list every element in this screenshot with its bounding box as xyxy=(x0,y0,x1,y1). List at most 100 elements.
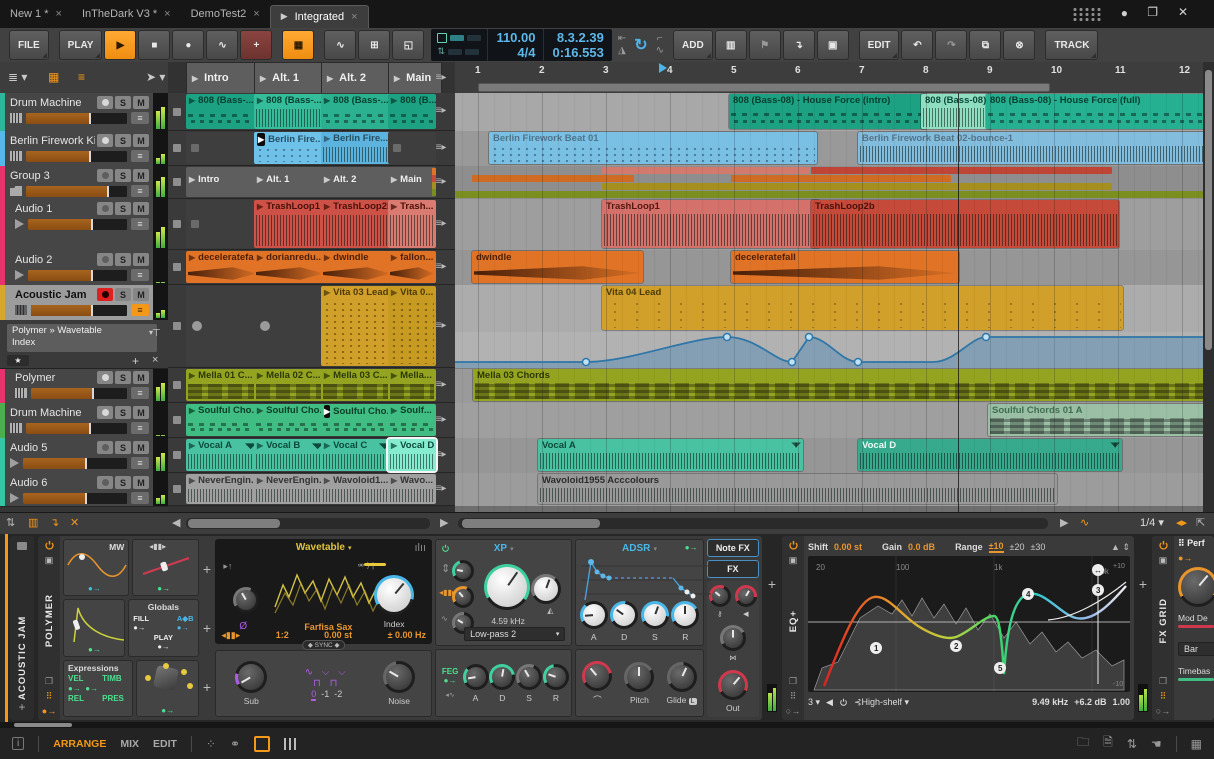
add-marker-icon[interactable]: ⚑ xyxy=(748,30,781,60)
track-list-mode-icon[interactable]: ≣ ▾ xyxy=(8,67,27,87)
xp-power-icon[interactable] xyxy=(441,544,450,553)
launcher-clip[interactable]: ▶ deceleratefall xyxy=(186,251,259,283)
osc-pitch-icon[interactable]: ▸↑ xyxy=(223,561,232,572)
snap-value[interactable]: 1/4 ▾ xyxy=(1140,516,1164,529)
redo-icon[interactable]: ↷ xyxy=(935,30,968,60)
inspector-icon[interactable]: i xyxy=(12,737,25,750)
record-arm-button[interactable] xyxy=(97,96,113,109)
arrangement-loop-bar[interactable] xyxy=(478,83,1050,92)
launcher-clip[interactable]: ▶ TrashLoop2b xyxy=(321,200,393,248)
solo-button[interactable]: S xyxy=(115,169,131,182)
device-scroll-handle[interactable] xyxy=(14,723,72,727)
loop-icon[interactable]: ↻ xyxy=(626,35,655,55)
launcher-clip[interactable]: ▶ Soulful Cho... xyxy=(254,404,326,436)
volume-slider[interactable] xyxy=(26,185,127,197)
volume-slider[interactable] xyxy=(26,150,127,162)
scene-cell-4[interactable]: ▶ Main xyxy=(388,167,436,197)
mod-keytrack-cell[interactable]: ◂▮▮▸ ●→ xyxy=(132,539,199,597)
browser-icon[interactable]: ▣ xyxy=(816,30,849,60)
record-arm-button[interactable] xyxy=(97,441,113,454)
track-row-group-3[interactable]: Group 3 S M ≡ xyxy=(0,166,168,200)
eq-band-freq[interactable]: 9.49 kHz xyxy=(1032,697,1068,707)
edit-button[interactable]: EDIT xyxy=(858,30,900,60)
track-row-audio-6[interactable]: Audio 6 S M ≡ xyxy=(0,473,168,507)
delete-icon[interactable]: ⊗ xyxy=(1003,30,1036,60)
scale-icon[interactable]: ⁘ xyxy=(206,737,216,751)
eq-band-count[interactable]: 3 ▾ xyxy=(808,697,820,708)
launcher-clip[interactable]: ▶ Vita 03 Lead xyxy=(321,286,393,366)
arranger-clip[interactable]: dwindle xyxy=(472,251,643,283)
launcher-empty-cell[interactable] xyxy=(186,286,259,366)
arranger-clip[interactable]: Berlin Firework Beat 02-bounce-1 xyxy=(858,132,1203,164)
tab-new-1-[interactable]: New 1 * × xyxy=(0,0,72,28)
launcher-clip[interactable]: ▶ dorianredu... xyxy=(254,251,326,283)
track-scroll-icon[interactable]: ⇅ xyxy=(6,516,15,529)
fade-in-icon[interactable]: ⌐ xyxy=(656,34,664,44)
volume-slider[interactable] xyxy=(26,112,127,124)
tab-close-icon[interactable]: × xyxy=(351,11,357,23)
track-menu-button[interactable]: ≡ xyxy=(131,150,149,162)
clip-view-icon[interactable] xyxy=(254,735,271,752)
polymer-power-icon[interactable] xyxy=(44,540,55,551)
fx-button[interactable]: FX xyxy=(706,560,760,578)
tempo-display[interactable]: 110.00 4/4 xyxy=(488,29,545,61)
adsr-route-icon[interactable]: ●→ xyxy=(685,543,698,552)
solo-button[interactable]: S xyxy=(115,476,131,489)
pan-knob[interactable] xyxy=(719,625,746,652)
solo-button[interactable]: S xyxy=(115,288,131,301)
arranger-clip[interactable]: Vita 04 Lead xyxy=(602,286,1123,330)
fxgrid-power-icon[interactable] xyxy=(1158,540,1169,551)
favorite-star-button[interactable]: ★ xyxy=(7,355,29,366)
add-modulator-icon[interactable]: + xyxy=(201,620,212,636)
layout-icon[interactable]: ▥ xyxy=(28,516,38,529)
scene-play-icon[interactable]: ▶ xyxy=(394,74,400,83)
launcher-clip[interactable]: ▶ Mella 03 C... xyxy=(321,369,393,401)
scene-play-icon[interactable]: ▶ xyxy=(192,74,198,83)
remove-slot-icon[interactable]: × xyxy=(152,354,158,366)
launcher-clip[interactable]: ▶ Berlin Fire... xyxy=(254,132,326,164)
playstart-marker[interactable] xyxy=(659,63,667,73)
launcher-clip[interactable]: ▶ Mella... xyxy=(388,369,436,401)
timeline-ruler[interactable]: 1 2 3 4 5 6 7 8 9 10 11 12 xyxy=(455,62,1203,93)
track-menu-button[interactable]: ≡ xyxy=(131,387,149,399)
undo-icon[interactable]: ↶ xyxy=(901,30,934,60)
track-row-audio-2[interactable]: Audio 2 S M ≡ xyxy=(0,250,168,286)
feg-r-knob[interactable] xyxy=(542,663,569,690)
arranger-clip[interactable]: Vocal D ◥◤ xyxy=(858,439,1122,471)
arranger-clip[interactable]: 808 (Bass-08) xyxy=(921,94,992,129)
xp-cutoff-value[interactable]: 4.59 kHz xyxy=(480,616,536,626)
arranger-clip[interactable]: deceleratefall xyxy=(731,251,959,283)
play-menu-button[interactable]: PLAY xyxy=(58,30,103,60)
stop-button[interactable] xyxy=(173,144,181,152)
sub-noise-panel[interactable]: Sub ∿ ⌵ ⌵ ⊓ ⊓ 0 -1 -2 Noise xyxy=(215,649,433,717)
eq-range-30[interactable]: ±30 xyxy=(1030,542,1045,552)
sync-badge[interactable]: ◆ SYNC ◆ xyxy=(301,639,346,650)
bend-knob[interactable] xyxy=(582,660,613,691)
view-edit[interactable]: EDIT xyxy=(153,738,177,750)
launcher-empty-cell[interactable] xyxy=(388,132,436,164)
fxgrid-window-icon[interactable]: ❐ xyxy=(1159,676,1167,687)
eq-band-q[interactable]: 1.00 xyxy=(1112,697,1130,707)
adsr-panel[interactable]: ADSR ▾ ●→ A D S R xyxy=(575,539,712,647)
launcher-clip[interactable]: ▶ 808 (B... xyxy=(388,94,436,129)
eq-solo-icon[interactable]: ▲ ⇕ xyxy=(1111,542,1130,553)
pitch-panel[interactable]: ⌒ Pitch Glide L xyxy=(575,649,704,717)
feg-s-knob[interactable] xyxy=(516,663,543,690)
tab-close-icon[interactable]: × xyxy=(56,8,62,20)
launcher-clip[interactable]: ▶ Vocal A ◥◤ xyxy=(186,439,259,471)
launcher-clip[interactable]: ▶ NeverEngin... xyxy=(254,474,326,504)
stop-button[interactable] xyxy=(173,485,181,493)
add-instrument-icon[interactable]: ▥ xyxy=(714,30,747,60)
arranger-clip[interactable]: 808 (Bass-08) - House Force (intro) xyxy=(729,94,927,129)
record-arm-button[interactable] xyxy=(97,476,113,489)
mod-envelope-cell[interactable]: ●→ xyxy=(63,599,126,657)
arranger-scroll-handle[interactable] xyxy=(462,519,600,528)
mod-route-icon[interactable]: ●→ xyxy=(157,584,170,593)
minimize-icon[interactable]: ● xyxy=(1121,6,1128,20)
arranger-vscrollbar[interactable] xyxy=(1203,62,1214,512)
launcher-clip[interactable]: ▶ Soulf... xyxy=(388,404,436,436)
fxgrid-mod-icon[interactable]: ○→ xyxy=(1156,706,1170,716)
eq-preset-icon[interactable]: ▣ xyxy=(789,555,798,566)
eq-grid-icon[interactable]: ⠿ xyxy=(790,691,797,702)
launcher-clip[interactable]: ▶ 808 (Bass-... xyxy=(186,94,259,129)
